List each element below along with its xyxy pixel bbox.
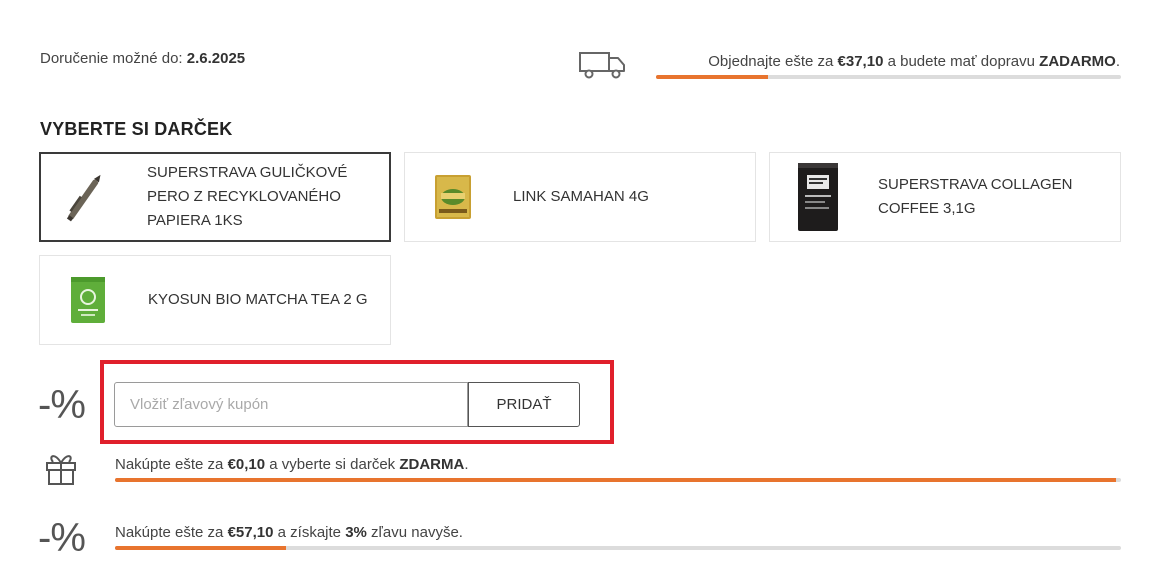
discount-progress-pre: Nakúpte ešte za	[115, 524, 224, 541]
gift-icon	[46, 455, 76, 485]
gift-progress-bar	[115, 478, 1121, 482]
gift-name-matcha-tea: KYOSUN BIO MATCHA TEA 2 G	[148, 291, 368, 308]
discount-percent-icon-2: -%	[38, 516, 86, 560]
gift-name-link-samahan: LINK SAMAHAN 4G	[513, 188, 649, 205]
discount-percent-icon: -%	[38, 383, 86, 427]
truck-icon	[579, 52, 625, 79]
gift-section-title: VYBERTE SI DARČEK	[40, 119, 233, 139]
discount-progress-post: zľavu navyše.	[371, 524, 463, 541]
gift-progress-pre: Nakúpte ešte za	[115, 456, 224, 473]
gift-card-collagen-coffee[interactable]: SUPERSTRAVA COLLAGEN COFFEE 3,1G	[769, 152, 1121, 242]
discount-progress-percent: 3%	[345, 524, 367, 541]
coupon-input[interactable]	[114, 382, 468, 427]
gift-card-matcha-tea[interactable]: KYOSUN BIO MATCHA TEA 2 G	[39, 255, 391, 345]
shipping-pre: Objednajte ešte za	[708, 53, 834, 70]
gift-progress-mid: a vyberte si darček	[269, 456, 396, 473]
sachet-icon	[405, 173, 501, 221]
discount-progress-message: Nakúpte ešte za €57,10 a získajte 3% zľa…	[115, 524, 463, 541]
gift-card-pen[interactable]: SUPERSTRAVA GULIČKOVÉ PERO Z RECYKLOVANÉ…	[39, 152, 391, 242]
gift-progress-fill	[115, 478, 1116, 482]
gift-name-collagen-coffee: SUPERSTRAVA COLLAGEN COFFEE 3,1G	[878, 176, 1073, 217]
matcha-sachet-icon	[40, 275, 136, 325]
shipping-post: .	[1115, 53, 1120, 70]
free-shipping-message: Objednajte ešte za €37,10 a budete mať d…	[708, 53, 1120, 70]
discount-progress-bar	[115, 546, 1121, 550]
discount-progress-fill	[115, 546, 287, 550]
shipping-free-label: ZADARMO	[1039, 53, 1116, 70]
gift-card-link-samahan[interactable]: LINK SAMAHAN 4G	[404, 152, 756, 242]
gift-name-pen: SUPERSTRAVA GULIČKOVÉ PERO Z RECYKLOVANÉ…	[147, 164, 348, 229]
gift-progress-post: .	[464, 456, 469, 473]
gift-progress-free-label: ZDARMA	[399, 456, 465, 473]
discount-progress-mid: a získajte	[277, 524, 342, 541]
coffee-bag-icon	[770, 161, 866, 233]
shipping-mid: a budete mať dopravu	[887, 53, 1035, 70]
shipping-progress-bar	[656, 75, 1121, 79]
gift-progress-message: Nakúpte ešte za €0,10 a vyberte si darče…	[115, 456, 469, 473]
delivery-date: 2.6.2025	[186, 50, 246, 67]
pen-icon	[41, 167, 129, 227]
delivery-info: Doručenie možné do: 2.6.2025	[40, 50, 245, 67]
delivery-label: Doručenie možné do:	[40, 50, 183, 67]
shipping-amount: €37,10	[837, 53, 884, 70]
gift-progress-amount: €0,10	[227, 456, 266, 473]
shipping-progress-fill	[656, 75, 768, 79]
discount-progress-amount: €57,10	[227, 524, 274, 541]
add-coupon-button[interactable]: PRIDAŤ	[468, 382, 580, 427]
